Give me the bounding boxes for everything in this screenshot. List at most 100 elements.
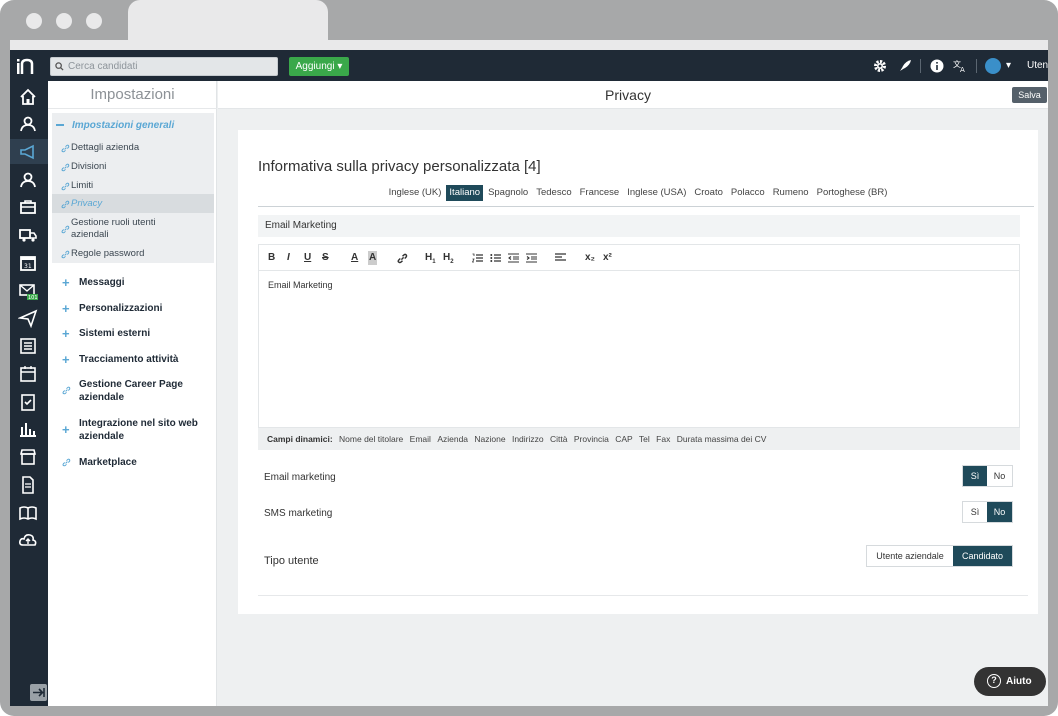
dynamic-field[interactable]: Tel <box>639 434 650 444</box>
user-type-candidate[interactable]: Candidato <box>953 546 1012 566</box>
candidate-icon[interactable] <box>18 114 38 134</box>
dynamic-field[interactable]: Fax <box>656 434 670 444</box>
tab-lang-it[interactable]: Italiano <box>446 185 484 201</box>
link-icon <box>62 386 71 395</box>
rich-text-editor[interactable]: Email Marketing <box>258 270 1020 428</box>
arrow-right-icon <box>33 688 45 697</box>
sub-item-limits[interactable]: Limiti <box>61 180 93 192</box>
user-type-toggle: Utente aziendale Candidato <box>866 545 1013 567</box>
section-marketplace[interactable]: Marketplace <box>62 456 137 469</box>
sms-marketing-label: SMS marketing <box>264 508 333 519</box>
dynamic-field[interactable]: Azienda <box>437 434 468 444</box>
tab-lang-ro[interactable]: Rumeno <box>770 185 812 201</box>
sms-marketing-no[interactable]: No <box>987 502 1012 522</box>
help-button[interactable]: ? Aiuto <box>974 667 1046 696</box>
book-icon[interactable] <box>18 503 38 523</box>
add-button[interactable]: Aggiungi ▾ <box>289 57 349 76</box>
unordered-list-icon[interactable] <box>490 253 501 263</box>
dynamic-field[interactable]: Durata massima dei CV <box>677 434 767 444</box>
outdent-icon[interactable] <box>508 253 519 263</box>
link-icon[interactable] <box>397 253 408 264</box>
calendar-icon[interactable]: 31 <box>18 253 38 273</box>
dynamic-field[interactable]: Email <box>410 434 431 444</box>
section-label: Integrazione nel sito web aziendale <box>79 418 198 442</box>
sub-item-password-rules[interactable]: Regole password <box>61 248 144 260</box>
help-icon: ? <box>987 674 1001 688</box>
link-icon <box>61 250 70 259</box>
info-icon[interactable] <box>930 59 944 73</box>
italic-button[interactable]: I <box>287 251 290 265</box>
save-button[interactable]: Salva <box>1012 87 1047 103</box>
store-icon[interactable] <box>18 447 38 467</box>
bg-color-button[interactable]: A <box>368 251 378 265</box>
translate-icon[interactable]: 文A <box>953 59 967 73</box>
truck-icon[interactable] <box>18 225 38 245</box>
sub-item-privacy[interactable]: Privacy <box>61 198 102 210</box>
browser-tab[interactable] <box>128 0 328 42</box>
indent-icon[interactable] <box>526 253 537 263</box>
section-website-integration[interactable]: + Integrazione nel sito web aziendale <box>62 417 199 443</box>
user-type-company[interactable]: Utente aziendale <box>867 546 953 566</box>
section-messages[interactable]: + Messaggi <box>62 276 125 289</box>
app-logo-icon[interactable] <box>15 56 37 76</box>
tab-lang-br[interactable]: Portoghese (BR) <box>814 185 891 201</box>
bar-chart-icon[interactable] <box>18 419 38 439</box>
settings-group-general[interactable]: Impostazioni generali <box>56 120 174 131</box>
user-menu[interactable]: Utente ▾ <box>985 57 1048 75</box>
subscript-button[interactable]: x₂ <box>585 251 595 265</box>
home-icon[interactable] <box>18 87 38 107</box>
tab-lang-uk[interactable]: Inglese (UK) <box>386 185 445 201</box>
dynamic-field[interactable]: Città <box>550 434 567 444</box>
list-icon[interactable] <box>18 336 38 356</box>
section-customizations[interactable]: + Personalizzazioni <box>62 302 163 315</box>
tab-lang-fr[interactable]: Francese <box>577 185 623 201</box>
document-icon[interactable] <box>18 475 38 495</box>
sub-item-user-roles[interactable]: Gestione ruoli utenti aziendali <box>61 217 191 241</box>
font-color-button[interactable]: A <box>351 251 358 265</box>
subject-input[interactable]: Email Marketing <box>258 215 1020 237</box>
tab-lang-hr[interactable]: Croato <box>691 185 726 201</box>
contact-icon[interactable] <box>18 170 38 190</box>
section-career-page[interactable]: Gestione Career Page aziendale <box>62 378 194 404</box>
strike-button[interactable]: S <box>322 251 329 265</box>
section-activity-tracking[interactable]: + Tracciamento attività <box>62 353 178 366</box>
dynamic-field[interactable]: Nome del titolare <box>339 434 403 444</box>
email-marketing-no[interactable]: No <box>987 466 1012 486</box>
briefcase-icon[interactable] <box>18 197 38 217</box>
ordered-list-icon[interactable] <box>472 253 483 263</box>
heading2-button[interactable]: H2 <box>443 251 454 269</box>
sms-marketing-yes[interactable]: Sì <box>963 502 987 522</box>
bold-button[interactable]: B <box>268 251 275 265</box>
section-label: Personalizzazioni <box>79 303 163 314</box>
browser-frame: Cerca candidati Aggiungi ▾ 文A Utente ▾ 3… <box>0 0 1058 716</box>
clipboard-icon[interactable] <box>18 392 38 412</box>
tab-lang-es[interactable]: Spagnolo <box>485 185 531 201</box>
link-icon <box>61 225 70 234</box>
dynamic-field[interactable]: Indirizzo <box>512 434 544 444</box>
card-title: Informativa sulla privacy personalizzata… <box>258 158 541 175</box>
cloud-upload-icon[interactable] <box>18 530 38 550</box>
collapse-sidebar-button[interactable] <box>30 684 47 701</box>
superscript-button[interactable]: x² <box>603 251 612 265</box>
email-marketing-yes[interactable]: Sì <box>963 466 987 486</box>
dynamic-field[interactable]: CAP <box>615 434 632 444</box>
mail-icon[interactable]: 101 <box>18 281 38 301</box>
tab-lang-pl[interactable]: Polacco <box>728 185 768 201</box>
sub-item-company-details[interactable]: Dettagli azienda <box>61 142 139 154</box>
rocket-icon[interactable] <box>898 59 912 73</box>
gear-icon[interactable] <box>873 59 887 73</box>
send-icon[interactable] <box>18 308 38 328</box>
dynamic-field[interactable]: Provincia <box>574 434 609 444</box>
tab-lang-us[interactable]: Inglese (USA) <box>624 185 689 201</box>
dynamic-field[interactable]: Nazione <box>474 434 505 444</box>
editor-toolbar: B I U S A A H1 H2 x₂ x² <box>258 244 1020 270</box>
section-external-systems[interactable]: + Sistemi esterni <box>62 327 150 340</box>
megaphone-icon[interactable] <box>18 142 38 162</box>
underline-button[interactable]: U <box>304 251 311 265</box>
align-icon[interactable] <box>555 253 566 263</box>
schedule-icon[interactable] <box>18 364 38 384</box>
sub-item-divisions[interactable]: Divisioni <box>61 161 106 173</box>
search-input[interactable]: Cerca candidati <box>50 57 278 76</box>
tab-lang-de[interactable]: Tedesco <box>533 185 574 201</box>
heading1-button[interactable]: H1 <box>425 251 436 269</box>
